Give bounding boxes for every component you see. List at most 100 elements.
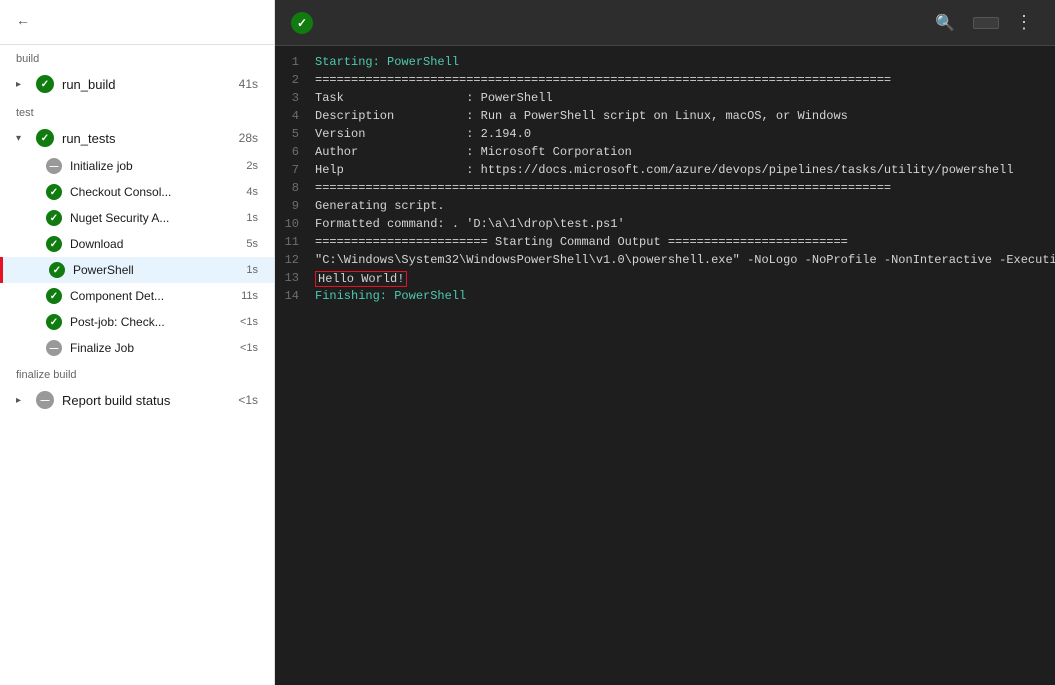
log-line: 5Version : 2.194.0: [275, 126, 1055, 144]
left-panel: ← build ▸ run_build41s test ▾ run_tests28s Ini…: [0, 0, 275, 685]
sub-job-row[interactable]: Component Det...11s: [0, 283, 274, 309]
line-number: 7: [275, 163, 315, 177]
log-line: 3Task : PowerShell: [275, 90, 1055, 108]
sub-job-name: Initialize job: [70, 159, 246, 173]
job-duration: 28s: [239, 131, 258, 145]
sub-job-name: Post-job: Check...: [70, 315, 240, 329]
sub-job-duration: <1s: [240, 342, 258, 354]
sub-job-name: Download: [70, 237, 246, 251]
sub-job-duration: <1s: [240, 316, 258, 328]
job-row[interactable]: ▾ run_tests28s: [0, 123, 274, 153]
sub-job-row[interactable]: PowerShell1s: [0, 257, 274, 283]
line-text: ========================================…: [315, 181, 1055, 195]
left-header: ←: [0, 0, 274, 45]
log-line: 13Hello World!: [275, 270, 1055, 288]
sub-job-duration: 5s: [246, 238, 258, 250]
log-line: 1Starting: PowerShell: [275, 54, 1055, 72]
job-row[interactable]: ▸ Report build status<1s: [0, 385, 274, 415]
line-text: Generating script.: [315, 199, 1055, 213]
sub-job-row[interactable]: Nuget Security A...1s: [0, 205, 274, 231]
pending-icon: [46, 340, 62, 356]
success-icon: [46, 184, 62, 200]
hello-world-highlight: Hello World!: [315, 271, 407, 287]
line-text: Formatted command: . 'D:\a\1\drop\test.p…: [315, 217, 1055, 231]
log-line: 8=======================================…: [275, 180, 1055, 198]
success-icon: [49, 262, 65, 278]
section-label: Finalize build: [0, 361, 274, 385]
sub-job-row[interactable]: Initialize job2s: [0, 153, 274, 179]
line-number: 10: [275, 217, 315, 231]
line-text: Finishing: PowerShell: [315, 289, 1055, 303]
line-number: 5: [275, 127, 315, 141]
log-line: 6Author : Microsoft Corporation: [275, 144, 1055, 162]
sub-job-name: PowerShell: [73, 263, 246, 277]
pending-icon: [36, 391, 54, 409]
line-number: 8: [275, 181, 315, 195]
line-text: "C:\Windows\System32\WindowsPowerShell\v…: [315, 253, 1055, 267]
sub-job-row[interactable]: Checkout Consol...4s: [0, 179, 274, 205]
sub-job-name: Nuget Security A...: [70, 211, 246, 225]
left-sections: build ▸ run_build41s test ▾ run_tests28s Initi…: [0, 45, 274, 415]
log-line: 7Help : https://docs.microsoft.com/azure…: [275, 162, 1055, 180]
success-icon: [46, 288, 62, 304]
log-line: 12"C:\Windows\System32\WindowsPowerShell…: [275, 252, 1055, 270]
log-line: 11======================== Starting Comm…: [275, 234, 1055, 252]
line-number: 12: [275, 253, 315, 267]
success-icon: [46, 314, 62, 330]
back-arrow-icon: ←: [16, 12, 30, 28]
sub-job-duration: 2s: [246, 160, 258, 172]
sub-job-name: Checkout Consol...: [70, 185, 246, 199]
sub-job-name: Component Det...: [70, 289, 241, 303]
log-line: 10Formatted command: . 'D:\a\1\drop\test…: [275, 216, 1055, 234]
section-label: test: [0, 99, 274, 123]
job-duration: <1s: [238, 393, 258, 407]
job-name: run_tests: [62, 131, 239, 146]
line-text: Description : Run a PowerShell script on…: [315, 109, 1055, 123]
job-row[interactable]: ▸ run_build41s: [0, 69, 274, 99]
more-options-button[interactable]: ⋮: [1009, 8, 1039, 37]
back-link[interactable]: ←: [16, 12, 258, 28]
section-label: build: [0, 45, 274, 69]
line-text: Author : Microsoft Corporation: [315, 145, 1055, 159]
sub-job-duration: 1s: [246, 212, 258, 224]
line-text: Task : PowerShell: [315, 91, 1055, 105]
search-button[interactable]: 🔍: [927, 9, 963, 37]
success-icon: [36, 129, 54, 147]
right-panel: 🔍 ⋮ 1Starting: PowerShell2==============…: [275, 0, 1055, 685]
line-number: 1: [275, 55, 315, 69]
line-number: 2: [275, 73, 315, 87]
chevron-icon: ▸: [16, 395, 32, 406]
line-number: 3: [275, 91, 315, 105]
sub-job-row[interactable]: Download5s: [0, 231, 274, 257]
line-text: Help : https://docs.microsoft.com/azure/…: [315, 163, 1055, 177]
job-duration: 41s: [239, 77, 258, 91]
sub-job-name: Finalize Job: [70, 341, 240, 355]
line-number: 9: [275, 199, 315, 213]
sub-job-row[interactable]: Finalize Job<1s: [0, 335, 274, 361]
line-text: ========================================…: [315, 73, 1055, 87]
chevron-icon: ▸: [16, 79, 32, 90]
line-text: Starting: PowerShell: [315, 55, 1055, 69]
sub-job-duration: 4s: [246, 186, 258, 198]
line-text: Version : 2.194.0: [315, 127, 1055, 141]
line-number: 11: [275, 235, 315, 249]
powershell-status-icon: [291, 12, 313, 34]
line-number: 6: [275, 145, 315, 159]
view-raw-log-button[interactable]: [973, 17, 999, 29]
sub-job-row[interactable]: Post-job: Check...<1s: [0, 309, 274, 335]
success-icon: [36, 75, 54, 93]
sub-job-duration: 1s: [246, 264, 258, 276]
line-number: 4: [275, 109, 315, 123]
log-content: 1Starting: PowerShell2==================…: [275, 46, 1055, 685]
log-link[interactable]: https://docs.microsoft.com/azure/devops/…: [481, 163, 1014, 177]
line-number: 14: [275, 289, 315, 303]
chevron-icon: ▾: [16, 133, 32, 144]
job-name: Report build status: [62, 393, 238, 408]
log-line: 2=======================================…: [275, 72, 1055, 90]
success-icon: [46, 236, 62, 252]
line-text: Hello World!: [315, 271, 1055, 287]
pending-icon: [46, 158, 62, 174]
log-line: 4Description : Run a PowerShell script o…: [275, 108, 1055, 126]
job-name: run_build: [62, 77, 239, 92]
log-line: 14Finishing: PowerShell: [275, 288, 1055, 306]
